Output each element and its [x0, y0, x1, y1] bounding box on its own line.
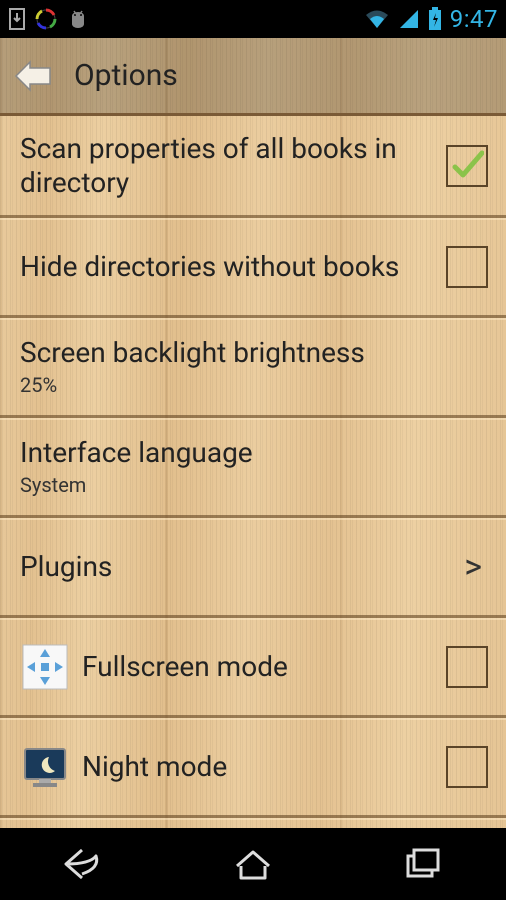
battery-charging-icon: [428, 7, 442, 31]
options-list: Scan properties of all books in director…: [0, 116, 506, 818]
nav-back-button[interactable]: [44, 839, 124, 889]
checkbox-fullscreen[interactable]: [446, 646, 488, 688]
option-language[interactable]: Interface language System: [0, 418, 506, 518]
checkbox-scan-properties[interactable]: [446, 145, 488, 187]
option-hide-directories[interactable]: Hide directories without books: [0, 218, 506, 318]
option-value: System: [20, 473, 472, 497]
android-nav-bar: [0, 828, 506, 900]
option-fullscreen[interactable]: Fullscreen mode: [0, 618, 506, 718]
signal-icon: [398, 8, 420, 30]
wifi-icon: [364, 8, 390, 30]
android-status-bar: 9:47: [0, 0, 506, 38]
option-label: Interface language: [20, 436, 472, 470]
option-value: 25%: [20, 373, 472, 397]
option-plugins[interactable]: Plugins >: [0, 518, 506, 618]
option-night-mode[interactable]: Night mode: [0, 718, 506, 818]
option-label: Plugins: [20, 550, 448, 584]
sync-icon: [34, 7, 58, 31]
option-brightness[interactable]: Screen backlight brightness 25%: [0, 318, 506, 418]
status-clock: 9:47: [450, 5, 498, 33]
option-scan-properties[interactable]: Scan properties of all books in director…: [0, 116, 506, 218]
option-label: Scan properties of all books in director…: [20, 132, 430, 199]
nav-home-button[interactable]: [213, 839, 293, 889]
checkbox-hide-directories[interactable]: [446, 246, 488, 288]
checkbox-night-mode[interactable]: [446, 746, 488, 788]
back-icon[interactable]: [12, 56, 56, 96]
option-label: Fullscreen mode: [82, 650, 430, 684]
option-label: Screen backlight brightness: [20, 336, 472, 370]
fullscreen-icon: [20, 642, 70, 692]
download-icon: [8, 8, 26, 30]
chevron-right-icon: >: [464, 547, 488, 587]
options-header: Options: [0, 38, 506, 116]
night-mode-icon: [20, 742, 70, 792]
android-debug-icon: [66, 8, 90, 30]
option-label: Hide directories without books: [20, 250, 430, 284]
nav-recent-button[interactable]: [382, 839, 462, 889]
page-title: Options: [74, 58, 178, 93]
option-label: Night mode: [82, 750, 430, 784]
